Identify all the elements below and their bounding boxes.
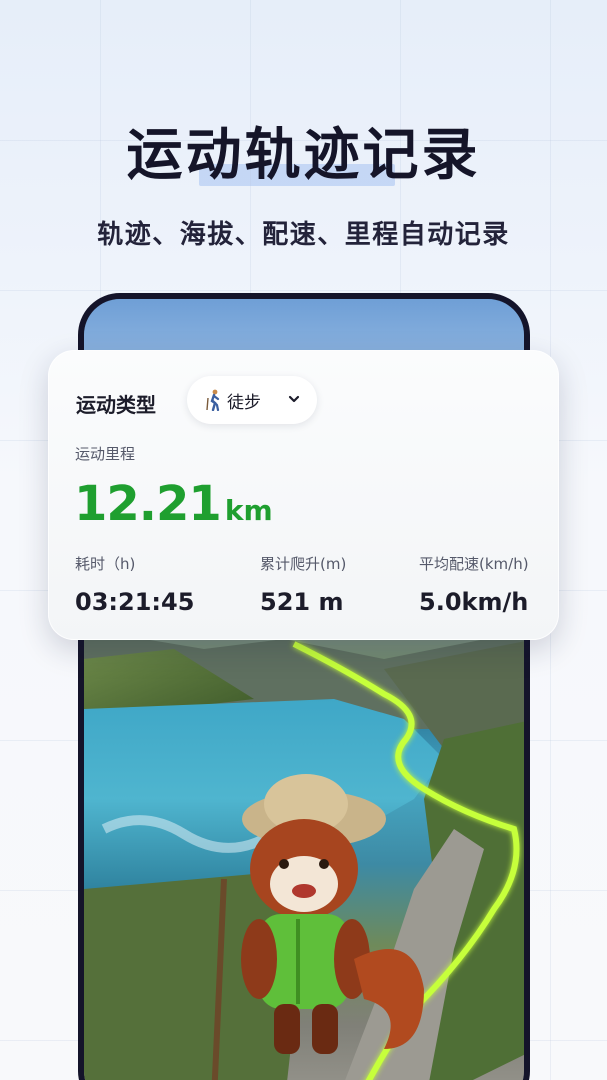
distance-label: 运动里程 [75,445,136,463]
workout-stats-card: 运动类型 徒步 运动里程 12.21 km 耗时（h) 03:21:45 累计爬… [48,350,559,640]
chevron-down-icon [288,395,300,403]
lake-trail-illustration [84,629,524,1080]
stat-duration: 耗时（h) 03:21:45 [75,553,194,616]
walker-icon [206,389,220,411]
stat-elevation-gain: 累计爬升(m) 521 m [260,553,346,616]
stat-label: 累计爬升(m) [260,555,347,573]
stat-label: 平均配速(km/h) [419,555,529,573]
stat-label: 耗时（h) [75,555,136,573]
hero-title-text: 运动轨迹记录 [126,123,481,188]
sport-type-label: 运动类型 [76,393,156,417]
sport-type-value: 徒步 [227,392,261,413]
distance-readout: 12.21 km [74,476,273,532]
stat-value: 03:21:45 [75,588,195,616]
stat-value: 5.0km/h [419,588,529,616]
distance-unit: km [224,494,273,527]
distance-value: 12.21 [74,476,222,532]
sport-type-dropdown[interactable]: 徒步 [187,376,317,424]
stat-average-pace: 平均配速(km/h) 5.0km/h [419,553,529,616]
hero-subtitle: 轨迹、海拔、配速、里程自动记录 [97,220,510,250]
hero-heading: 运动轨迹记录 [0,110,607,191]
stat-value: 521 m [260,588,344,616]
hero-title: 运动轨迹记录 [127,110,481,191]
